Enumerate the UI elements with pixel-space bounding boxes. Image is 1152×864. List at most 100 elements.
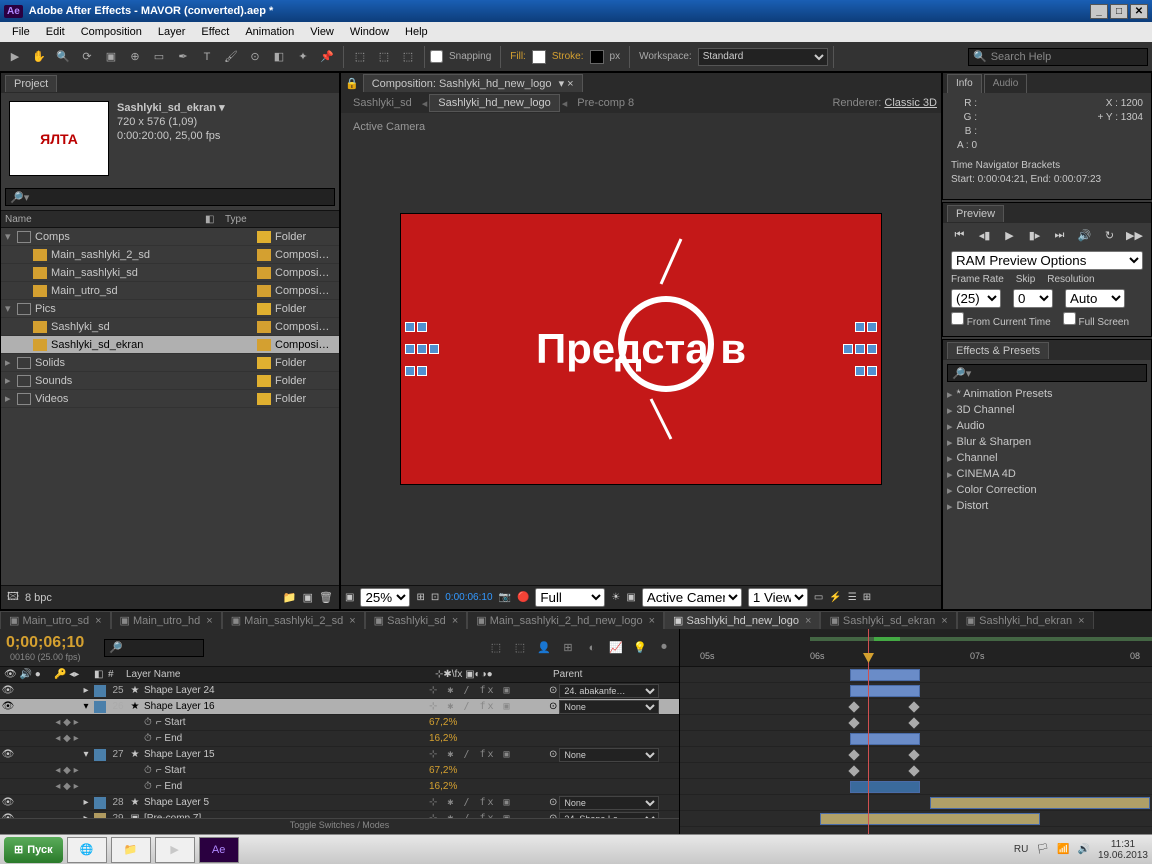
project-item[interactable]: ▾PicsFolder	[1, 300, 339, 318]
start-button[interactable]: ⊞ Пуск	[4, 837, 63, 863]
stroke-swatch[interactable]	[590, 50, 604, 64]
auto-keyframe-icon[interactable]: ⏺	[655, 639, 673, 657]
project-thumbnail[interactable]: ЯЛТА	[9, 101, 109, 176]
ram-options-select[interactable]: RAM Preview Options	[951, 251, 1143, 270]
maximize-button[interactable]: □	[1110, 4, 1128, 19]
menu-effect[interactable]: Effect	[193, 26, 237, 38]
search-help-box[interactable]: 🔍 Search Help	[968, 48, 1148, 66]
lock-icon[interactable]: 🔒	[345, 77, 359, 90]
shy-icon[interactable]: 👤	[535, 639, 553, 657]
timeline-tab[interactable]: ▣ Main_utro_hd×	[111, 611, 222, 629]
preset-row[interactable]: ▸Audio	[943, 418, 1151, 434]
tray-network-icon[interactable]: 📶	[1057, 844, 1069, 855]
loop-button[interactable]: ↻	[1101, 227, 1119, 243]
channel-icon[interactable]: 🔴	[517, 592, 529, 603]
property-row[interactable]: ◂ ◆ ▸⏱⌐ End16,2%	[0, 779, 679, 795]
grid-icon[interactable]: ⊡	[431, 592, 439, 603]
col-type-header[interactable]: Type	[225, 214, 247, 225]
brainstorm-icon[interactable]: 💡	[631, 639, 649, 657]
fullscreen-checkbox[interactable]	[1063, 312, 1076, 325]
menu-composition[interactable]: Composition	[73, 26, 150, 38]
composition-canvas[interactable]: Предста в	[401, 214, 881, 484]
pixel-aspect-icon[interactable]: ▭	[814, 592, 823, 603]
project-item[interactable]: Sashlyki_sdComposi…	[1, 318, 339, 336]
interpret-icon[interactable]: 🖾	[7, 588, 19, 607]
project-search[interactable]: 🔎▾	[5, 188, 335, 206]
type-tool[interactable]: T	[196, 46, 218, 68]
property-row[interactable]: ◂ ◆ ▸⏱⌐ End16,2%	[0, 731, 679, 747]
timeline-tab[interactable]: ▣ Main_sashlyki_2_sd×	[222, 611, 365, 629]
trash-icon[interactable]: 🗑	[319, 591, 333, 604]
menu-view[interactable]: View	[302, 26, 342, 38]
menu-help[interactable]: Help	[397, 26, 436, 38]
new-folder-icon[interactable]: 📁	[283, 591, 297, 604]
eraser-tool[interactable]: ◧	[268, 46, 290, 68]
project-tab[interactable]: Project	[5, 75, 57, 92]
effects-search[interactable]: 🔎▾	[947, 364, 1147, 382]
from-current-checkbox[interactable]	[951, 312, 964, 325]
effects-tab[interactable]: Effects & Presets	[947, 342, 1049, 359]
first-frame-button[interactable]: ⏮	[951, 227, 969, 243]
quality-select[interactable]: Full	[535, 588, 605, 607]
zoom-select[interactable]: 25%	[360, 588, 410, 607]
motion-blur-icon[interactable]: ◐	[583, 639, 601, 657]
preset-row[interactable]: ▸Blur & Sharpen	[943, 434, 1151, 450]
taskbar-ae-icon[interactable]: Ae	[199, 837, 239, 863]
project-item[interactable]: ▸VideosFolder	[1, 390, 339, 408]
hand-tool[interactable]: ✋	[28, 46, 50, 68]
preset-row[interactable]: ▸* Animation Presets	[943, 386, 1151, 402]
project-item[interactable]: Main_sashlyki_sdComposi…	[1, 264, 339, 282]
roto-tool[interactable]: ✦	[292, 46, 314, 68]
layer-row[interactable]: 👁▸25★Shape Layer 24⊹ ✱ / fx ▣⊙24. abakan…	[0, 683, 679, 699]
timecode-display[interactable]: 0:00:06:10	[445, 592, 492, 603]
selection-tool[interactable]: ▶	[4, 46, 26, 68]
renderer-button[interactable]: Classic 3D	[884, 97, 937, 109]
menu-animation[interactable]: Animation	[237, 26, 302, 38]
taskbar-ie-icon[interactable]: 🌐	[67, 837, 107, 863]
layer-row[interactable]: 👁▸29▣[Pre-comp 7]⊹ ✱ / fx ▣⊙34. Shape La…	[0, 811, 679, 818]
roi-icon[interactable]: ▣	[626, 592, 635, 603]
tray-lang[interactable]: RU	[1014, 844, 1028, 855]
snapping-checkbox[interactable]	[430, 50, 443, 63]
timeline-ruler[interactable]: 05s06s07s08	[680, 629, 1152, 667]
skip-select[interactable]: 0	[1013, 289, 1053, 308]
timeline-tab[interactable]: ▣ Sashlyki_sd×	[365, 611, 468, 629]
mask-toggle-icon[interactable]: ▣	[345, 592, 354, 603]
info-tab[interactable]: Info	[947, 74, 982, 93]
project-item[interactable]: Sashlyki_sd_ekranComposi…	[1, 336, 339, 354]
taskbar-media-icon[interactable]: ▶	[155, 837, 195, 863]
project-tree[interactable]: ▾CompsFolderMain_sashlyki_2_sdComposi…Ma…	[1, 228, 339, 585]
timeline-search[interactable]: 🔎	[104, 639, 204, 657]
framerate-select[interactable]: (25)	[951, 289, 1001, 308]
snapshot-icon[interactable]: 📷	[499, 592, 511, 603]
workspace-select[interactable]: Standard	[698, 48, 828, 66]
graph-editor-icon[interactable]: 📈	[607, 639, 625, 657]
comp-mini-flow-icon[interactable]: ⬚	[487, 639, 505, 657]
tray-flag-icon[interactable]: 🏳	[1036, 844, 1049, 855]
flowchart-icon[interactable]: ⊞	[863, 592, 871, 603]
menu-edit[interactable]: Edit	[38, 26, 73, 38]
brush-tool[interactable]: 🖌	[220, 46, 242, 68]
next-frame-button[interactable]: ▮▸	[1026, 227, 1044, 243]
ram-preview-button[interactable]: ▶▶	[1126, 227, 1144, 243]
draft3d-icon[interactable]: ⬚	[511, 639, 529, 657]
timeline-icon[interactable]: ☰	[848, 592, 857, 603]
layer-row[interactable]: 👁▾26★Shape Layer 16⊹ ✱ / fx ▣⊙None	[0, 699, 679, 715]
last-frame-button[interactable]: ⏭	[1051, 227, 1069, 243]
preset-row[interactable]: ▸CINEMA 4D	[943, 466, 1151, 482]
resolution-select[interactable]: Auto	[1065, 289, 1125, 308]
project-item[interactable]: ▸SoundsFolder	[1, 372, 339, 390]
new-comp-icon[interactable]: ▣	[303, 591, 313, 604]
timeline-tab[interactable]: ▣ Main_utro_sd×	[0, 611, 111, 629]
property-row[interactable]: ◂ ◆ ▸⏱⌐ Start67,2%	[0, 763, 679, 779]
timeline-tab[interactable]: ▣ Sashlyki_hd_new_logo×	[664, 611, 820, 629]
bpc-toggle[interactable]: 8 bpc	[25, 592, 52, 604]
local-axis-icon[interactable]: ⬚	[349, 46, 371, 68]
exposure-icon[interactable]: ☀	[611, 592, 620, 603]
fill-swatch[interactable]	[532, 50, 546, 64]
play-button[interactable]: ▶	[1001, 227, 1019, 243]
project-item[interactable]: ▸SolidsFolder	[1, 354, 339, 372]
toggle-switches-button[interactable]: Toggle Switches / Modes	[0, 818, 679, 834]
view-axis-icon[interactable]: ⬚	[397, 46, 419, 68]
timeline-tracks[interactable]: 05s06s07s08	[680, 629, 1152, 834]
